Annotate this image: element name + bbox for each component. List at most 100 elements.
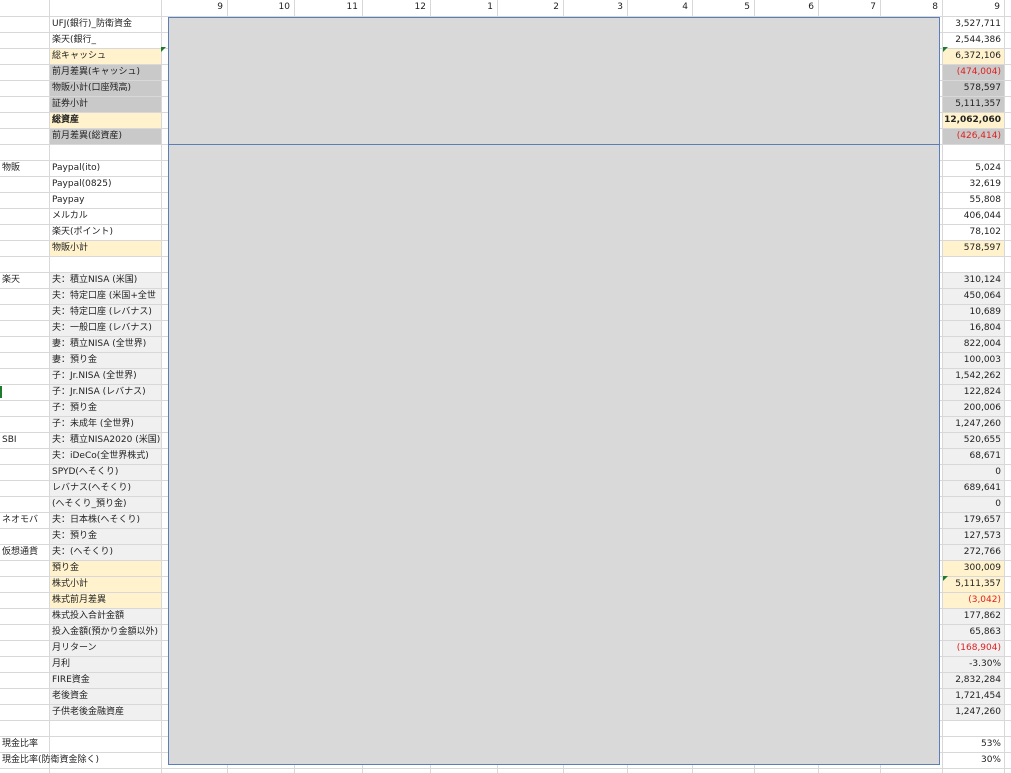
category-cell[interactable] — [2, 209, 48, 224]
label-cell[interactable]: 夫：特定口座 (レバナス) — [52, 305, 168, 320]
category-cell[interactable] — [2, 641, 48, 656]
spreadsheet-grid[interactable]: 9 10 11 12 1 2 3 4 5 6 7 8 9 UFJ(銀行)_防衛資金 3,527,711 楽天… — [0, 0, 1011, 773]
label-cell[interactable]: 子：預り金 — [52, 401, 168, 416]
value-cell[interactable]: (474,004) — [943, 65, 1001, 80]
label-cell[interactable]: 夫：積立NISA2020 (米国) — [52, 433, 168, 448]
category-cell[interactable] — [2, 49, 48, 64]
column-header[interactable]: 2 — [497, 0, 559, 15]
label-cell[interactable]: FIRE資金 — [52, 673, 168, 688]
category-cell[interactable] — [2, 481, 48, 496]
column-header[interactable]: 5 — [692, 0, 750, 15]
category-cell[interactable] — [2, 241, 48, 256]
category-cell[interactable] — [2, 113, 48, 128]
value-cell[interactable]: 406,044 — [943, 209, 1001, 224]
category-cell[interactable] — [2, 449, 48, 464]
label-cell[interactable]: 夫：iDeCo(全世界株式) — [52, 449, 168, 464]
value-cell[interactable]: 200,006 — [943, 401, 1001, 416]
category-cell[interactable] — [2, 577, 48, 592]
value-cell[interactable]: 100,003 — [943, 353, 1001, 368]
category-cell[interactable] — [2, 609, 48, 624]
label-cell[interactable]: 株式前月差異 — [52, 593, 168, 608]
column-header[interactable]: 6 — [754, 0, 814, 15]
column-header[interactable]: 3 — [563, 0, 623, 15]
label-cell[interactable]: 月リターン — [52, 641, 168, 656]
value-cell[interactable]: (426,414) — [943, 129, 1001, 144]
label-cell[interactable] — [52, 145, 168, 160]
value-cell[interactable]: 55,808 — [943, 193, 1002, 208]
category-cell[interactable]: 物販 — [2, 161, 48, 176]
column-header[interactable]: 9 — [942, 0, 1000, 15]
category-cell[interactable] — [2, 65, 48, 80]
value-cell[interactable]: 2,544,386 — [943, 33, 1001, 48]
column-header[interactable]: 1 — [430, 0, 493, 15]
value-cell[interactable]: 12,062,060 — [943, 113, 1001, 128]
label-cell[interactable]: 子：Jr.NISA (レバナス) — [52, 385, 168, 400]
category-cell[interactable] — [2, 33, 48, 48]
value-cell[interactable]: 6,372,106 — [943, 49, 1001, 64]
value-cell[interactable]: 177,862 — [943, 609, 1001, 624]
value-cell[interactable]: 0 — [943, 497, 1001, 512]
label-cell[interactable]: 老後資金 — [52, 689, 168, 704]
value-cell[interactable]: 5,111,357 — [943, 577, 1001, 592]
column-header[interactable]: 12 — [362, 0, 426, 15]
label-cell[interactable]: 株式投入合計金額 — [52, 609, 168, 624]
category-cell[interactable] — [2, 17, 48, 32]
column-header[interactable]: 4 — [627, 0, 688, 15]
category-cell[interactable] — [2, 337, 48, 352]
value-cell[interactable] — [943, 145, 1001, 160]
category-cell[interactable] — [2, 193, 48, 208]
category-cell[interactable] — [2, 689, 48, 704]
category-cell[interactable] — [2, 177, 48, 192]
value-cell[interactable]: 2,832,284 — [943, 673, 1001, 688]
column-header[interactable]: 10 — [227, 0, 290, 15]
category-cell[interactable]: 楽天 — [2, 273, 48, 288]
label-cell[interactable]: 前月差異(キャッシュ) — [52, 65, 168, 80]
value-cell[interactable]: 68,671 — [943, 449, 1002, 464]
column-header[interactable]: 7 — [818, 0, 876, 15]
value-cell[interactable]: 65,863 — [943, 625, 1002, 640]
label-cell[interactable] — [52, 257, 168, 272]
label-cell[interactable]: 妻：積立NISA (全世界) — [52, 337, 168, 352]
label-cell[interactable]: 物販小計(口座残高) — [52, 81, 168, 96]
label-cell[interactable] — [52, 737, 168, 752]
category-cell[interactable] — [2, 385, 48, 400]
label-cell[interactable]: Paypal(ito) — [52, 161, 168, 176]
category-cell[interactable]: ネオモバ — [2, 513, 48, 528]
category-cell[interactable] — [2, 353, 48, 368]
category-cell[interactable] — [2, 529, 48, 544]
value-cell[interactable]: (168,904) — [943, 641, 1001, 656]
label-cell[interactable]: 証券小計 — [52, 97, 168, 112]
value-cell[interactable]: 78,102 — [943, 225, 1002, 240]
label-cell[interactable] — [52, 753, 168, 768]
value-cell[interactable]: 10,689 — [943, 305, 1002, 320]
label-cell[interactable]: 夫：預り金 — [52, 529, 168, 544]
value-cell[interactable]: 310,124 — [943, 273, 1001, 288]
category-cell[interactable] — [2, 369, 48, 384]
value-cell[interactable]: 122,824 — [943, 385, 1001, 400]
label-cell[interactable]: 夫：積立NISA (米国) — [52, 273, 168, 288]
category-cell[interactable] — [2, 497, 48, 512]
value-cell[interactable]: 272,766 — [943, 545, 1001, 560]
value-cell[interactable]: 520,655 — [943, 433, 1001, 448]
label-cell[interactable]: 株式小計 — [52, 577, 168, 592]
label-cell[interactable]: 子：Jr.NISA (全世界) — [52, 369, 168, 384]
value-cell[interactable]: 5,024 — [943, 161, 1001, 176]
category-cell[interactable]: 仮想通貨 — [2, 545, 48, 560]
label-cell[interactable]: 総資産 — [52, 113, 168, 128]
category-cell[interactable] — [2, 401, 48, 416]
label-cell[interactable]: 夫：(へそくり) — [52, 545, 168, 560]
value-cell[interactable]: 689,641 — [943, 481, 1001, 496]
label-cell[interactable]: 夫：特定口座 (米国+全世 — [52, 289, 168, 304]
label-cell[interactable]: 夫：日本株(へそくり) — [52, 513, 168, 528]
value-cell[interactable]: 32,619 — [943, 177, 1002, 192]
category-cell[interactable] — [2, 705, 48, 720]
value-cell[interactable]: 179,657 — [943, 513, 1001, 528]
label-cell[interactable]: メルカル — [52, 209, 168, 224]
value-cell[interactable]: -3.30% — [943, 657, 1001, 672]
category-cell[interactable] — [2, 81, 48, 96]
value-cell[interactable]: 578,597 — [943, 241, 1001, 256]
column-header[interactable]: 9 — [161, 0, 223, 15]
category-cell[interactable] — [2, 417, 48, 432]
label-cell[interactable]: 楽天(銀行_ — [52, 33, 168, 48]
label-cell[interactable]: (へそくり_預り金) — [52, 497, 168, 512]
